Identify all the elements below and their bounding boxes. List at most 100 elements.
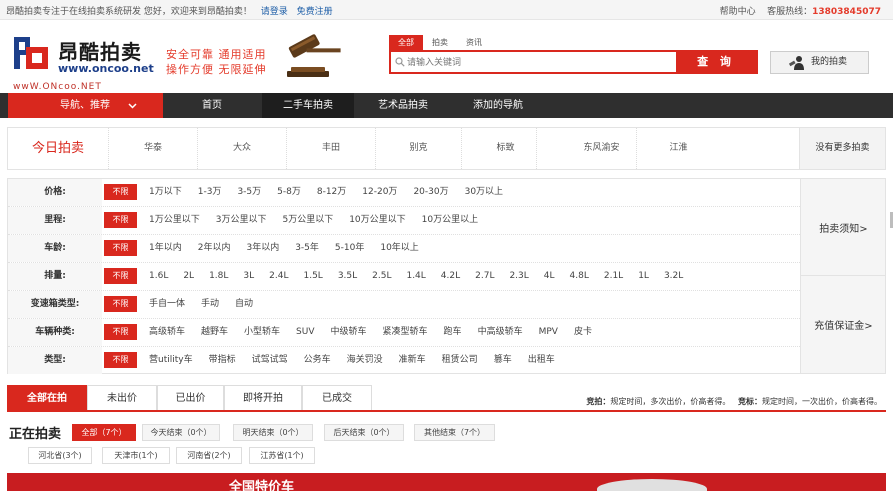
filter-option[interactable]: 自动 [235,291,253,318]
filter-option[interactable]: 3万公里以下 [216,207,267,234]
filter-option[interactable]: 2.3L [509,263,528,290]
filter-option[interactable]: 3.5L [338,263,357,290]
my-auction-button[interactable]: 我的拍卖 [770,51,869,74]
filter-any-button[interactable]: 不限 [104,352,137,368]
filter-option[interactable]: 1年以内 [149,235,182,262]
nav-item-added[interactable]: 添加的导航 [456,93,540,118]
brand-link[interactable]: 大众 [197,128,286,169]
filter-option[interactable]: MPV [539,319,558,346]
filter-option[interactable]: 3年以内 [246,235,279,262]
filter-chip-other[interactable]: 其他结束（7个） [414,424,495,441]
filter-chip-all[interactable]: 全部（7个） [72,424,136,441]
province-chip[interactable]: 江苏省(1个) [249,447,315,464]
filter-option[interactable]: 2.5L [372,263,391,290]
nav-item-home[interactable]: 首页 [180,93,244,118]
filter-any-button[interactable]: 不限 [104,296,137,312]
filter-option[interactable]: 20-30万 [413,179,448,206]
province-chip[interactable]: 天津市(1个) [102,447,170,464]
logo-name[interactable]: 昂酷拍卖 [58,36,142,65]
filter-option[interactable]: 3-5万 [237,179,261,206]
filter-option[interactable]: SUV [296,319,314,346]
filter-option[interactable]: 篡车 [494,347,512,374]
filter-option[interactable]: 1.4L [406,263,425,290]
province-chip[interactable]: 河南省(2个) [176,447,242,464]
nav-item-art[interactable]: 艺术品拍卖 [362,93,444,118]
filter-option[interactable]: 3L [243,263,254,290]
filter-option[interactable]: 4.8L [570,263,589,290]
filter-option[interactable]: 准新车 [399,347,426,374]
search-button[interactable]: 查 询 [676,52,756,72]
filter-option[interactable]: 越野车 [201,319,228,346]
filter-option[interactable]: 5万公里以下 [282,207,333,234]
filter-option[interactable]: 12-20万 [362,179,397,206]
filter-option[interactable]: 2.7L [475,263,494,290]
search-tab-all[interactable]: 全部 [389,35,423,50]
filter-option[interactable]: 1.5L [303,263,322,290]
tab-upcoming[interactable]: 即将开拍 [224,385,302,410]
filter-chip-tomorrow[interactable]: 明天结束（0个） [233,424,313,441]
filter-option[interactable]: 海关罚没 [347,347,383,374]
filter-option[interactable]: 试驾试驾 [252,347,288,374]
logo-icon[interactable] [12,33,52,73]
register-link[interactable]: 免费注册 [297,7,333,17]
filter-option[interactable]: 中高级轿车 [478,319,523,346]
filter-any-button[interactable]: 不限 [104,184,137,200]
filter-option[interactable]: 30万以上 [465,179,503,206]
filter-any-button[interactable]: 不限 [104,268,137,284]
nav-category-button[interactable]: 导航、推荐 [8,93,163,118]
filter-option[interactable]: 10万公里以上 [422,207,478,234]
filter-option[interactable]: 1-3万 [198,179,222,206]
search-tab-auction[interactable]: 拍卖 [423,35,457,50]
filter-option[interactable]: 租赁公司 [442,347,478,374]
nav-item-used-car[interactable]: 二手车拍卖 [262,93,354,118]
search-input[interactable] [407,54,675,71]
filter-option[interactable]: 手动 [201,291,219,318]
tab-completed[interactable]: 已成交 [302,385,372,410]
filter-option[interactable]: 1万以下 [149,179,182,206]
filter-option[interactable]: 皮卡 [574,319,592,346]
filter-chip-today[interactable]: 今天结束（0个） [142,424,220,441]
filter-option[interactable]: 跑车 [444,319,462,346]
filter-option[interactable]: 2.1L [604,263,623,290]
brand-link[interactable]: 华泰 [108,128,197,169]
filter-option[interactable]: 4L [544,263,555,290]
filter-option[interactable]: 2.4L [269,263,288,290]
filter-option[interactable]: 4.2L [441,263,460,290]
filter-any-button[interactable]: 不限 [104,212,137,228]
filter-option[interactable]: 高级轿车 [149,319,185,346]
brand-link[interactable]: 江淮 [636,128,720,169]
province-chip[interactable]: 河北省(3个) [28,447,92,464]
login-link[interactable]: 请登录 [261,7,288,17]
filter-option[interactable]: 1.8L [209,263,228,290]
tab-bid[interactable]: 已出价 [157,385,224,410]
filter-option[interactable]: 营utility车 [149,347,193,374]
filter-option[interactable]: 8-12万 [317,179,346,206]
tab-no-bid[interactable]: 未出价 [87,385,157,410]
filter-option[interactable]: 10万公里以下 [349,207,405,234]
filter-option[interactable]: 出租车 [528,347,555,374]
auction-notice-link[interactable]: 拍卖须知> [800,179,885,276]
filter-chip-day-after[interactable]: 后天结束（0个） [324,424,404,441]
filter-option[interactable]: 10年以上 [380,235,418,262]
filter-option[interactable]: 2L [183,263,194,290]
filter-option[interactable]: 1L [638,263,649,290]
filter-option[interactable]: 带指标 [209,347,236,374]
brand-link[interactable]: 别克 [375,128,461,169]
help-center-link[interactable]: 帮助中心 [720,7,756,17]
filter-option[interactable]: 公务车 [304,347,331,374]
recharge-deposit-link[interactable]: 充值保证金> [800,276,885,373]
filter-any-button[interactable]: 不限 [104,324,137,340]
filter-option[interactable]: 1.6L [149,263,168,290]
filter-option[interactable]: 3.2L [664,263,683,290]
filter-option[interactable]: 5-10年 [335,235,364,262]
brand-link[interactable]: 丰田 [286,128,375,169]
search-tab-news[interactable]: 资讯 [457,35,491,50]
filter-option[interactable]: 2年以内 [198,235,231,262]
filter-any-button[interactable]: 不限 [104,240,137,256]
filter-option[interactable]: 3-5年 [295,235,319,262]
filter-option[interactable]: 中级轿车 [331,319,367,346]
filter-option[interactable]: 手自一体 [149,291,185,318]
filter-option[interactable]: 小型轿车 [244,319,280,346]
promo-banner[interactable]: 全国特价车 [7,473,886,491]
filter-option[interactable]: 5-8万 [277,179,301,206]
